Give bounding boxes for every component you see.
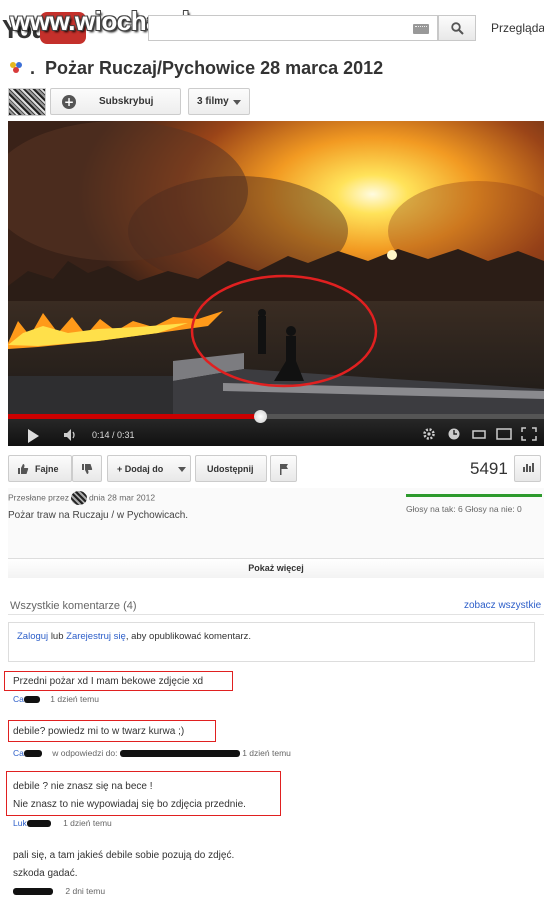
login-suffix: , aby opublikować komentarz. bbox=[125, 631, 251, 642]
progress-bar[interactable] bbox=[8, 410, 544, 423]
stats-button[interactable] bbox=[514, 455, 541, 482]
subscribe-button[interactable]: + Subskrybuj bbox=[50, 88, 181, 115]
add-to-label: + Dodaj do bbox=[117, 464, 164, 474]
chevron-down-icon bbox=[233, 100, 241, 105]
login-or: lub bbox=[50, 631, 64, 642]
comment-meta: Ca w odpowiedzi do: 1 dzień temu bbox=[13, 748, 291, 758]
comment-meta: 2 dni temu bbox=[13, 886, 105, 896]
time-display: 0:14 / 0:31 bbox=[92, 430, 135, 440]
comment-text-line1: debile ? nie znasz się na bece ! bbox=[13, 781, 153, 792]
login-link[interactable]: Zaloguj bbox=[17, 631, 48, 642]
upload-info: Przesłane przez dnia 28 mar 2012 bbox=[8, 491, 155, 505]
upload-prefix: Przesłane przez bbox=[8, 492, 69, 503]
channel-avatar[interactable] bbox=[8, 88, 46, 116]
see-all-comments-link[interactable]: zobacz wszystkie bbox=[464, 600, 541, 611]
comment-text-line2: Nie znasz to nie wypowiadaj się bo zdjęc… bbox=[13, 799, 246, 810]
channel-row: + Subskrybuj 3 filmy bbox=[8, 88, 258, 116]
reply-to: w odpowiedzi do: bbox=[52, 748, 118, 758]
small-player-icon[interactable] bbox=[471, 427, 487, 441]
search-button[interactable] bbox=[438, 15, 476, 41]
login-prompt: Zaloguj lub Zarejestruj się, aby opublik… bbox=[17, 631, 251, 642]
stats-icon bbox=[523, 467, 525, 472]
upload-date: dnia 28 mar 2012 bbox=[88, 492, 156, 503]
register-link[interactable]: Zarejestruj się bbox=[66, 631, 126, 642]
show-more-label: Pokaż więcej bbox=[248, 563, 304, 573]
chevron-down-icon bbox=[178, 467, 186, 472]
comment-text-line1: pali się, a tam jakieś debile sobie pozu… bbox=[13, 850, 235, 861]
subscribe-label: Subskrybuj bbox=[99, 96, 154, 107]
progress-handle[interactable] bbox=[253, 410, 267, 423]
title-bullet: . bbox=[30, 58, 36, 78]
comment-time: 2 dni temu bbox=[65, 886, 106, 896]
category-icon bbox=[10, 62, 24, 74]
like-button[interactable]: Fajne bbox=[8, 455, 72, 482]
comment-login-box: Zaloguj lub Zarejestruj się, aby opublik… bbox=[8, 622, 535, 662]
clock-icon[interactable] bbox=[446, 427, 462, 441]
large-player-icon[interactable] bbox=[496, 427, 512, 441]
comment-time: 1 dzień temu bbox=[50, 694, 99, 704]
progress-fill bbox=[8, 414, 260, 419]
comment-meta: Luk 1 dzień temu bbox=[13, 818, 112, 828]
comment-text: debile? powiedz mi to w twarz kurwa ;) bbox=[13, 726, 185, 737]
show-more-button[interactable]: Pokaż więcej bbox=[8, 558, 544, 578]
comments-divider bbox=[8, 614, 544, 615]
video-description: Pożar traw na Ruczaju / w Pychowicach. bbox=[8, 510, 189, 521]
comment-meta: Ca 1 dzień temu bbox=[13, 694, 99, 704]
video-title: Pożar Ruczaj/Pychowice 28 marca 2012 bbox=[45, 58, 384, 78]
browse-link[interactable]: Przeglądaj bbox=[491, 21, 544, 35]
films-dropdown[interactable]: 3 filmy bbox=[188, 88, 250, 115]
video-frame[interactable] bbox=[8, 121, 544, 414]
comment-text: Przedni pożar xd I mam bekowe zdjęcie xd bbox=[13, 676, 204, 687]
comments-header: Wszystkie komentarze (4) bbox=[10, 600, 137, 612]
thumbs-down-icon bbox=[82, 464, 93, 474]
flag-button[interactable] bbox=[270, 455, 297, 482]
share-button[interactable]: Udostępnij bbox=[195, 455, 267, 482]
search-input[interactable] bbox=[148, 15, 438, 41]
comment-author[interactable]: Luk bbox=[13, 818, 27, 828]
view-count: 5491 bbox=[470, 459, 508, 478]
share-label: Udostępnij bbox=[207, 464, 254, 474]
like-ratio-bar bbox=[406, 494, 542, 497]
thumbs-up-icon bbox=[18, 464, 29, 474]
comment-text-line2: szkoda gadać. bbox=[13, 868, 78, 879]
comment-author[interactable]: Ca bbox=[13, 748, 24, 758]
play-icon[interactable] bbox=[28, 429, 39, 443]
add-to-button[interactable]: + Dodaj do bbox=[107, 455, 191, 482]
films-label: 3 filmy bbox=[197, 96, 229, 107]
volume-icon[interactable] bbox=[63, 428, 79, 442]
plus-icon: + bbox=[62, 95, 76, 109]
video-player[interactable]: 0:14 / 0:31 bbox=[8, 121, 544, 446]
keyboard-icon[interactable] bbox=[413, 24, 429, 34]
search-icon bbox=[451, 22, 464, 35]
top-bar: You www.wiocha.pl Przeglądaj bbox=[0, 0, 544, 52]
uploader-avatar[interactable] bbox=[70, 491, 87, 505]
flag-icon bbox=[280, 464, 288, 475]
comment-author[interactable]: Ca bbox=[13, 694, 24, 704]
dislike-button[interactable] bbox=[72, 455, 102, 482]
comment-author-redacted[interactable] bbox=[13, 888, 53, 896]
vote-counts: Głosy na tak: 6 Głosy na nie: 0 bbox=[406, 504, 522, 514]
like-label: Fajne bbox=[35, 464, 59, 474]
comment-time: 1 dzień temu bbox=[242, 748, 291, 758]
fullscreen-icon[interactable] bbox=[521, 427, 537, 441]
gear-icon[interactable] bbox=[421, 427, 437, 441]
comment-time: 1 dzień temu bbox=[63, 818, 112, 828]
